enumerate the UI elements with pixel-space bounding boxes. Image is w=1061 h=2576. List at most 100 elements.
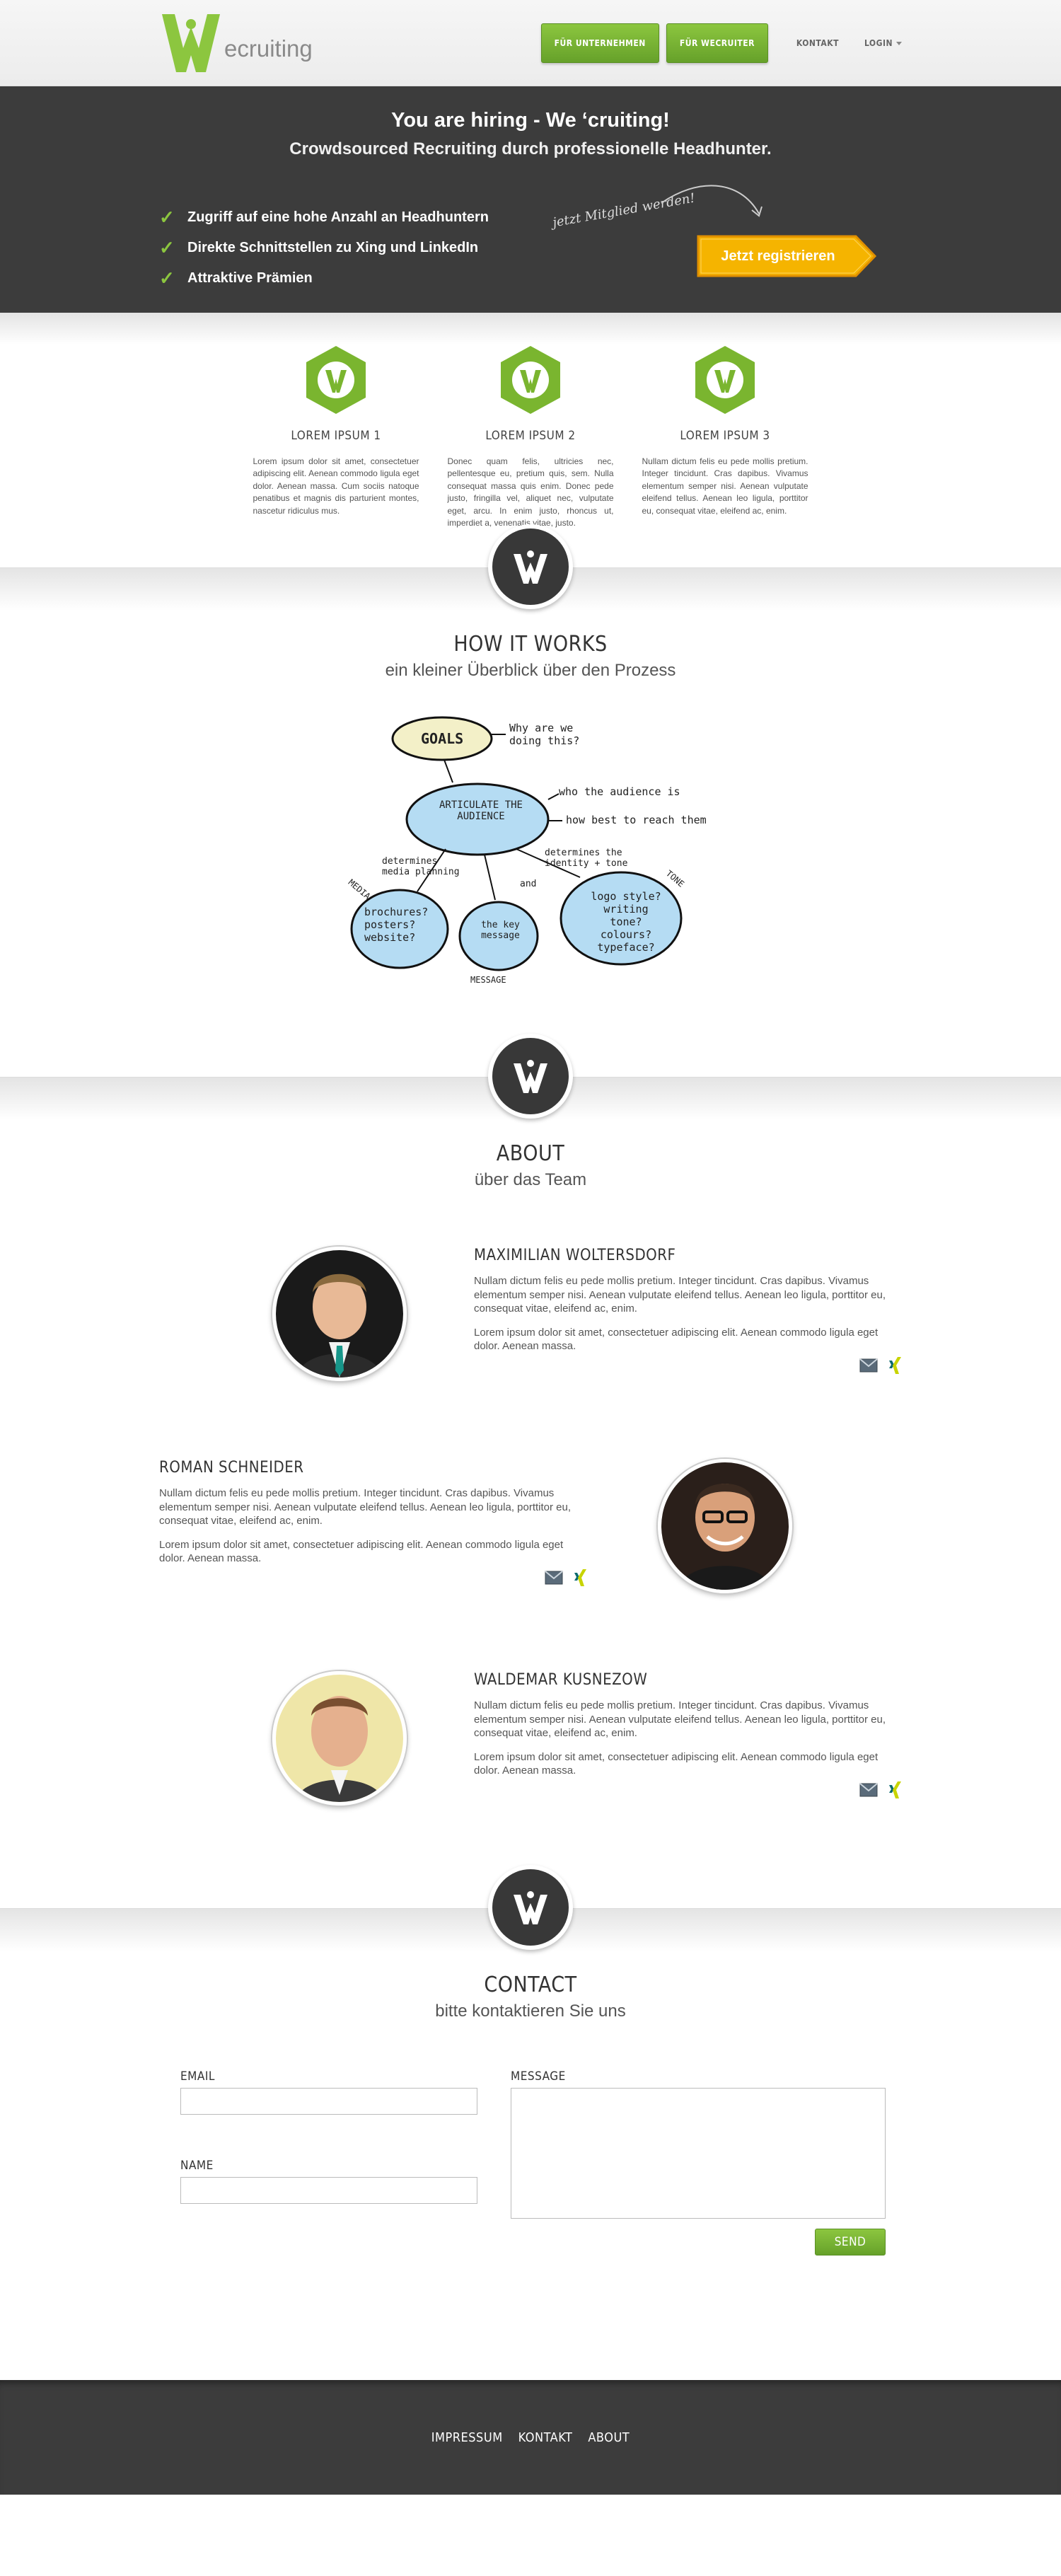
chevron-down-icon	[896, 42, 902, 45]
send-button[interactable]: SEND	[815, 2229, 886, 2256]
member-bio-2: Lorem ipsum dolor sit amet, consectetuer…	[474, 1750, 879, 1777]
diagram-determines-identity: determines the identity + tone	[545, 848, 628, 869]
feature-text: Nullam dictum felis eu pede mollis preti…	[642, 456, 808, 516]
person-photo	[661, 1462, 789, 1590]
login-label: LOGIN	[864, 38, 893, 48]
team-member: MAXIMILIAN WOLTERSDORF Nullam dictum fel…	[159, 1247, 902, 1459]
team-member: WALDEMAR KUSNEZOW Nullam dictum felis eu…	[159, 1671, 902, 1883]
member-info: MAXIMILIAN WOLTERSDORF Nullam dictum fel…	[474, 1247, 902, 1378]
w-logo-icon	[514, 1060, 547, 1093]
benefit-item: ✓ Direkte Schnittstellen zu Xing und Link…	[159, 237, 489, 259]
member-name: ROMAN SCHNEIDER	[159, 1459, 304, 1477]
feature-card: LOREM IPSUM 3 Nullam dictum felis eu ped…	[642, 345, 808, 529]
member-contact-icons	[474, 1781, 902, 1803]
check-icon: ✓	[159, 207, 175, 228]
hero-title: You are hiring - We ‘cruiting!	[391, 109, 670, 132]
contact-form: EMAIL NAME MESSAGE SEND	[159, 2069, 902, 2437]
process-diagram: GOALS Why are we doing this? ARTICULATE …	[347, 715, 714, 990]
w-logo-icon	[514, 550, 547, 584]
w-logo-icon	[162, 14, 220, 72]
avatar	[658, 1459, 792, 1593]
contact-section: CONTACT bitte kontaktieren Sie uns EMAIL…	[0, 1865, 1061, 2380]
feature-text: Lorem ipsum dolor sit amet, consectetuer…	[253, 456, 419, 516]
mail-icon[interactable]	[859, 1782, 878, 1801]
nav-contact-link[interactable]: KONTAKT	[796, 38, 839, 48]
message-label: MESSAGE	[511, 2069, 566, 2084]
for-recruiters-button[interactable]: FÜR WECRUITER	[666, 23, 768, 63]
member-bio: Nullam dictum felis eu pede mollis preti…	[474, 1699, 886, 1739]
section-badge	[488, 1865, 573, 1950]
member-bio-2: Lorem ipsum dolor sit amet, consectetuer…	[474, 1326, 879, 1353]
diagram-goals: GOALS	[421, 730, 464, 747]
diagram-determines-media: determines media planning	[382, 856, 460, 877]
benefit-list: ✓ Zugriff auf eine hohe Anzahl an Headhun…	[159, 207, 489, 298]
register-button-label: Jetzt registrieren	[721, 248, 835, 264]
diagram-key-message: the key message	[481, 920, 520, 941]
member-info: ROMAN SCHNEIDER Nullam dictum felis eu p…	[159, 1459, 587, 1590]
w-logo-icon	[514, 1891, 547, 1924]
name-label: NAME	[180, 2159, 214, 2173]
member-contact-icons	[159, 1569, 587, 1590]
hexagon-logo-icon	[501, 346, 560, 414]
curved-arrow-icon	[661, 185, 763, 217]
email-field[interactable]	[180, 2088, 477, 2115]
message-field[interactable]	[511, 2088, 886, 2219]
for-companies-button[interactable]: FÜR UNTERNEHMEN	[540, 23, 659, 63]
section-subtitle: bitte kontaktieren Sie uns	[435, 2002, 626, 2021]
hero-subtitle: Crowdsourced Recruiting durch profession…	[289, 139, 772, 158]
diagram-tone-list: logo style? writing tone? colours? typef…	[591, 890, 661, 954]
avatar	[272, 1247, 407, 1381]
member-name: WALDEMAR KUSNEZOW	[474, 1671, 648, 1689]
avatar	[272, 1671, 407, 1806]
team-member: ROMAN SCHNEIDER Nullam dictum felis eu p…	[159, 1459, 902, 1671]
logo-text: ecruiting	[224, 35, 313, 62]
about-section: ABOUT über das Team MAXIMILIAN WOLTERSDO…	[0, 1034, 1061, 1908]
logo[interactable]: ecruiting	[159, 11, 313, 75]
mail-icon[interactable]	[544, 1570, 563, 1588]
feature-card: LOREM IPSUM 2 Donec quam felis, ultricie…	[448, 345, 614, 529]
hexagon-logo-icon	[306, 346, 366, 414]
benefit-item: ✓ Attraktive Prämien	[159, 267, 489, 289]
section-subtitle: ein kleiner Überblick über den Prozess	[385, 661, 676, 680]
member-bio-2: Lorem ipsum dolor sit amet, consectetuer…	[159, 1538, 564, 1565]
hexagon-logo-icon	[695, 346, 755, 414]
diagram-media-list: brochures? posters? website?	[364, 906, 429, 944]
diagram-how-best: how best to reach them	[566, 814, 707, 826]
main-nav: FÜR UNTERNEHMEN FÜR WECRUITER KONTAKT LO…	[540, 23, 902, 63]
xing-icon[interactable]	[888, 1356, 902, 1378]
benefit-text: Direkte Schnittstellen zu Xing und Linke…	[187, 240, 479, 255]
diagram-and: and	[520, 879, 537, 889]
diagram-message-label: MESSAGE	[470, 975, 506, 985]
member-bio: Nullam dictum felis eu pede mollis preti…	[159, 1487, 572, 1527]
section-subtitle: über das Team	[474, 1170, 587, 1189]
feature-text: Donec quam felis, ultricies nec, pellent…	[447, 456, 614, 528]
xing-icon[interactable]	[573, 1569, 587, 1590]
nav-login-dropdown[interactable]: LOGIN	[864, 38, 902, 48]
diagram-articulate: ARTICULATE THE AUDIENCE	[439, 799, 523, 822]
diagram-why: Why are we doing this?	[509, 722, 580, 747]
benefit-item: ✓ Zugriff auf eine hohe Anzahl an Headhun…	[159, 207, 489, 229]
xing-icon[interactable]	[888, 1781, 902, 1803]
section-badge	[488, 524, 573, 609]
member-bio: Nullam dictum felis eu pede mollis preti…	[474, 1275, 886, 1315]
name-field[interactable]	[180, 2177, 477, 2204]
person-photo	[276, 1675, 403, 1802]
mail-icon[interactable]	[859, 1358, 878, 1376]
person-photo	[276, 1250, 403, 1377]
how-it-works-section: HOW IT WORKS ein kleiner Überblick über …	[0, 524, 1061, 1077]
section-badge	[488, 1034, 573, 1119]
feature-title: LOREM IPSUM 1	[291, 429, 381, 443]
benefit-text: Zugriff auf eine hohe Anzahl an Headhunt…	[187, 209, 489, 225]
feature-card: LOREM IPSUM 1 Lorem ipsum dolor sit amet…	[253, 345, 419, 529]
feature-title: LOREM IPSUM 3	[680, 429, 770, 443]
register-button[interactable]: Jetzt registrieren	[697, 235, 877, 277]
check-icon: ✓	[159, 237, 175, 258]
diagram-who: who the audience is	[559, 785, 680, 798]
member-name: MAXIMILIAN WOLTERSDORF	[474, 1247, 676, 1264]
benefit-text: Attraktive Prämien	[187, 270, 313, 286]
feature-title: LOREM IPSUM 2	[485, 429, 576, 443]
member-contact-icons	[474, 1356, 902, 1378]
email-label: EMAIL	[180, 2069, 215, 2084]
check-icon: ✓	[159, 267, 175, 289]
top-navbar: ecruiting FÜR UNTERNEHMEN FÜR WECRUITER …	[0, 0, 1061, 86]
